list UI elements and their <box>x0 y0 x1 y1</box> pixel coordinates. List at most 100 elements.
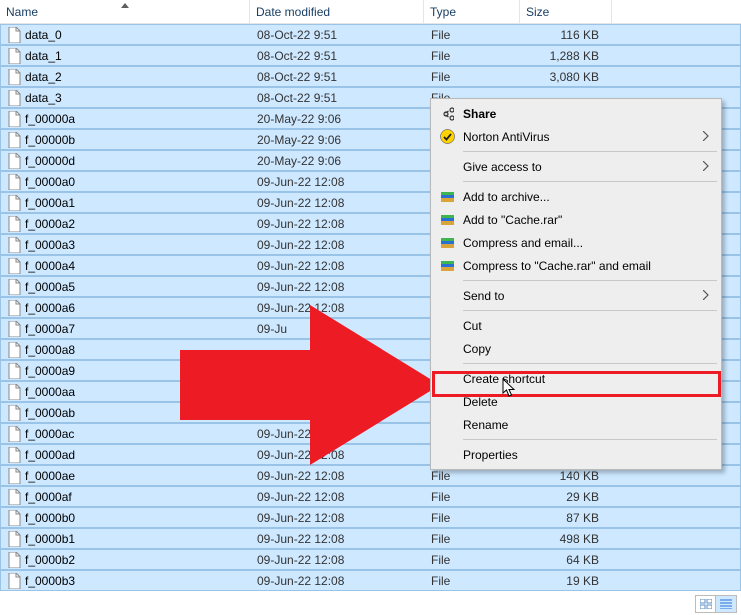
file-date-label: 08-Oct-22 9:51 <box>251 28 425 42</box>
file-type-label: File <box>425 70 521 84</box>
menu-item-norton[interactable]: Norton AntiVirus <box>433 125 719 148</box>
file-icon <box>7 552 21 568</box>
menu-item-send-to-label: Send to <box>463 289 504 303</box>
file-name-label: f_0000b0 <box>25 511 75 525</box>
file-name-label: f_00000b <box>25 133 75 147</box>
sort-ascending-icon <box>121 1 129 10</box>
file-icon <box>7 90 21 106</box>
file-name-label: data_0 <box>25 28 62 42</box>
file-name-label: f_0000aa <box>25 385 75 399</box>
file-row[interactable]: data_208-Oct-22 9:51File3,080 KB <box>0 66 741 87</box>
file-icon <box>7 405 21 421</box>
file-name-label: f_0000a3 <box>25 238 75 252</box>
file-type-label: File <box>425 574 521 588</box>
file-icon <box>7 489 21 505</box>
column-header-date[interactable]: Date modified <box>250 0 424 23</box>
file-type-label: File <box>425 28 521 42</box>
column-header-date-label: Date modified <box>256 5 330 19</box>
file-type-label: File <box>425 490 521 504</box>
context-menu: Share Norton AntiVirus Give access to Ad… <box>430 98 722 470</box>
file-size-label: 19 KB <box>521 574 613 588</box>
menu-item-add-cache-label: Add to "Cache.rar" <box>463 213 562 227</box>
file-date-label: 09-Jun-22 12:08 <box>251 469 425 483</box>
file-row[interactable]: data_1 08-Oct-22 9:51File1,288 KB <box>0 45 741 66</box>
file-date-label: 09-Jun-22 12:08 <box>251 490 425 504</box>
view-mode-toolbar <box>695 595 737 613</box>
file-name-label: f_00000a <box>25 112 75 126</box>
menu-item-compress-email-label: Compress and email... <box>463 236 583 250</box>
file-date-label: 09-Jun-22 12:08 <box>251 175 425 189</box>
file-date-label: 09-Ju <box>251 322 425 336</box>
file-date-label: 20-May-22 9:06 <box>251 154 425 168</box>
file-name-label: f_0000ac <box>25 427 74 441</box>
file-type-label: File <box>425 49 521 63</box>
winrar-icon <box>439 235 455 251</box>
menu-item-cut[interactable]: Cut <box>433 314 719 337</box>
file-name-label: f_0000b2 <box>25 553 75 567</box>
file-name-label: f_0000ab <box>25 406 75 420</box>
file-row[interactable]: f_0000af09-Jun-22 12:08File29 KB <box>0 486 741 507</box>
view-large-icons-button[interactable] <box>696 596 716 612</box>
file-name-label: f_0000a5 <box>25 280 75 294</box>
file-row[interactable]: f_0000b109-Jun-22 12:08File498 KB <box>0 528 741 549</box>
file-row[interactable]: f_0000b309-Jun-22 12:08File19 KB <box>0 570 741 591</box>
menu-item-rename[interactable]: Rename <box>433 413 719 436</box>
file-date-label: 09-Jun-22 12:08 <box>251 427 425 441</box>
menu-item-copy[interactable]: Copy <box>433 337 719 360</box>
menu-item-delete-label: Delete <box>463 395 498 409</box>
file-row[interactable]: data_0 08-Oct-22 9:51File116 KB <box>0 24 741 45</box>
file-icon <box>7 132 21 148</box>
file-row[interactable]: f_0000b209-Jun-22 12:08File64 KB <box>0 549 741 570</box>
column-header-size[interactable]: Size <box>520 0 612 23</box>
menu-item-delete[interactable]: Delete <box>433 390 719 413</box>
menu-item-create-shortcut[interactable]: Create shortcut <box>433 367 719 390</box>
file-size-label: 1,288 KB <box>521 49 613 63</box>
file-name-label: f_0000a4 <box>25 259 75 273</box>
menu-item-create-shortcut-label: Create shortcut <box>463 372 545 386</box>
file-date-label: 09-Jun-22 12:08 <box>251 196 425 210</box>
file-date-label: 09-Jun-22 12:08 <box>251 301 425 315</box>
menu-item-give-access[interactable]: Give access to <box>433 155 719 178</box>
column-header-type[interactable]: Type <box>424 0 520 23</box>
menu-item-add-cache[interactable]: Add to "Cache.rar" <box>433 208 719 231</box>
menu-item-share[interactable]: Share <box>433 102 719 125</box>
menu-item-compress-cache-email[interactable]: Compress to "Cache.rar" and email <box>433 254 719 277</box>
file-row[interactable]: f_0000b009-Jun-22 12:08File87 KB <box>0 507 741 528</box>
file-name-label: f_0000ad <box>25 448 75 462</box>
file-icon <box>7 573 21 589</box>
menu-item-copy-label: Copy <box>463 342 491 356</box>
menu-item-add-archive[interactable]: Add to archive... <box>433 185 719 208</box>
file-icon <box>7 426 21 442</box>
file-icon <box>7 531 21 547</box>
file-name-label: f_0000a1 <box>25 196 75 210</box>
file-name-label: f_0000b3 <box>25 574 75 588</box>
column-header-name[interactable]: Name <box>0 0 250 23</box>
column-header-row: Name Date modified Type Size <box>0 0 741 24</box>
share-icon <box>439 106 455 122</box>
menu-item-send-to[interactable]: Send to <box>433 284 719 307</box>
view-details-button[interactable] <box>716 596 736 612</box>
menu-item-add-archive-label: Add to archive... <box>463 190 550 204</box>
file-name-label: f_0000a6 <box>25 301 75 315</box>
file-name-label: f_0000a8 <box>25 343 75 357</box>
chevron-right-icon <box>703 160 709 174</box>
file-icon <box>7 384 21 400</box>
menu-separator <box>463 363 717 364</box>
file-icon <box>7 174 21 190</box>
file-icon <box>7 195 21 211</box>
menu-separator <box>463 181 717 182</box>
menu-item-properties[interactable]: Properties <box>433 443 719 466</box>
file-date-label: 08-Oct-22 9:51 <box>251 49 425 63</box>
file-icon <box>7 342 21 358</box>
file-name-label: data_1 <box>25 49 62 63</box>
file-icon <box>7 363 21 379</box>
menu-item-compress-cache-email-label: Compress to "Cache.rar" and email <box>463 259 651 273</box>
menu-item-rename-label: Rename <box>463 418 508 432</box>
file-size-label: 116 KB <box>521 28 613 42</box>
winrar-icon <box>439 258 455 274</box>
file-date-label: 09-Jun-22 12:08 <box>251 259 425 273</box>
menu-item-compress-email[interactable]: Compress and email... <box>433 231 719 254</box>
file-date-label: 20-May-22 9:06 <box>251 133 425 147</box>
file-icon <box>7 468 21 484</box>
file-icon <box>7 153 21 169</box>
